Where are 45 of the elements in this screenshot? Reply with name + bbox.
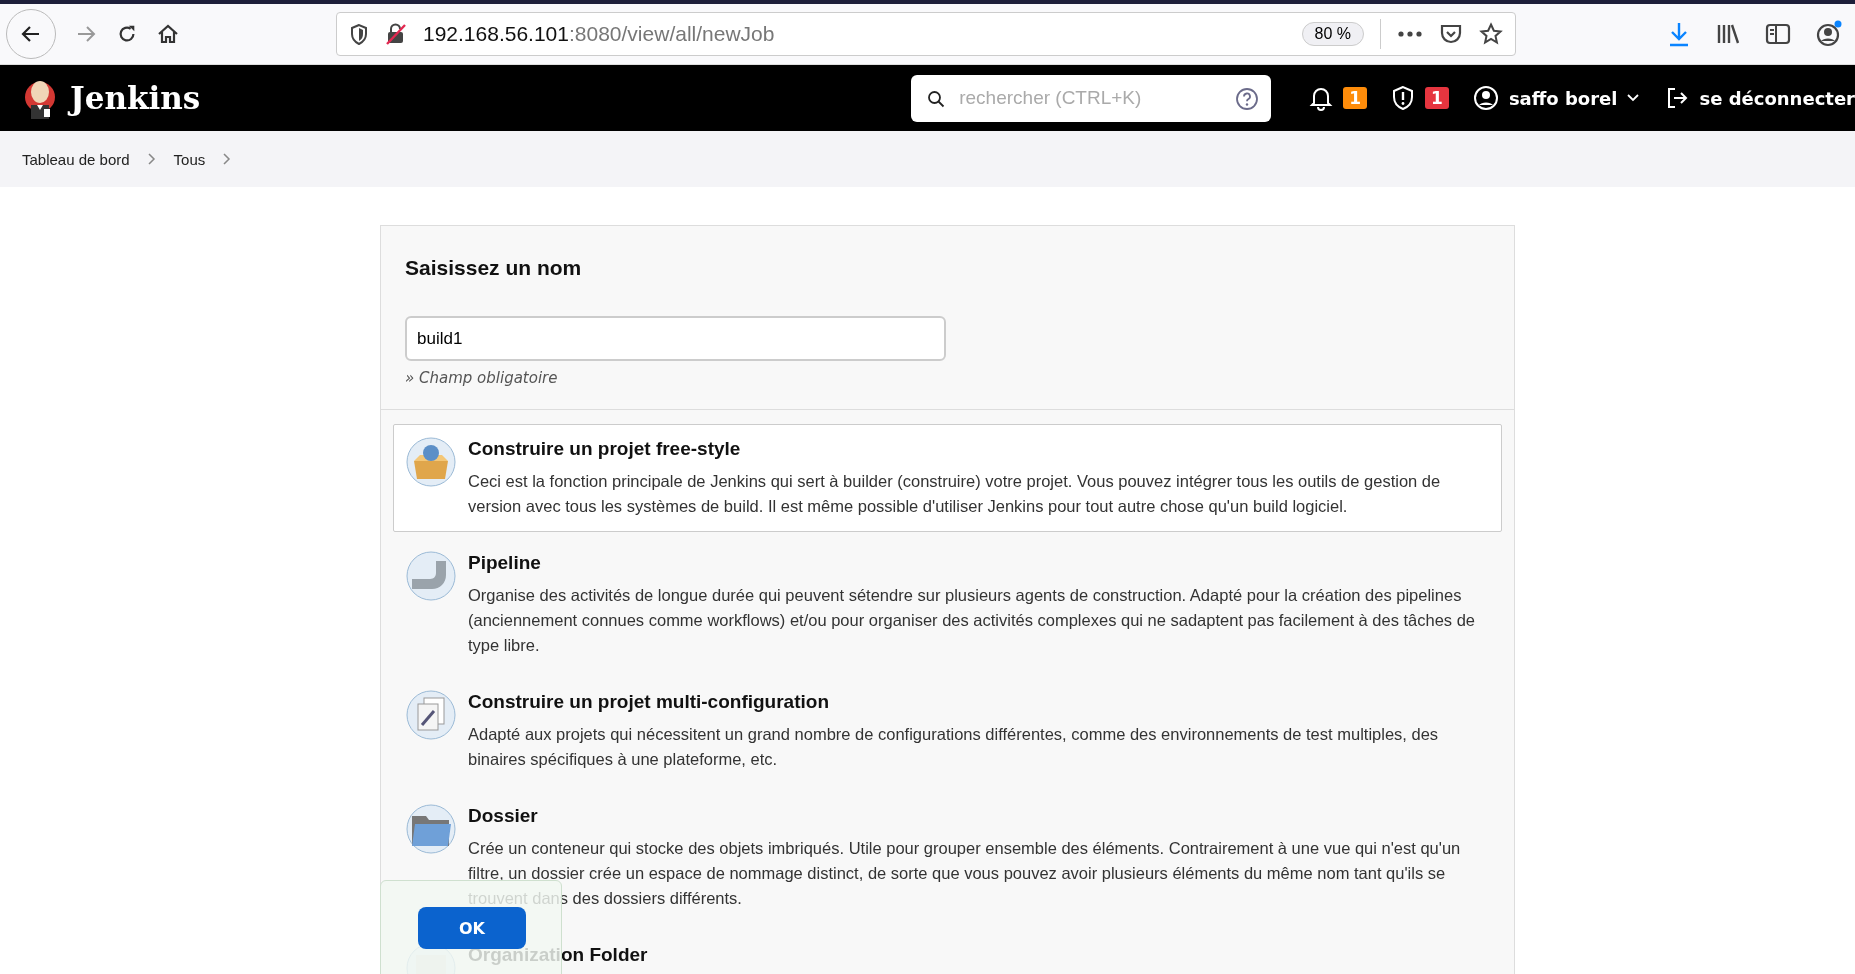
library-icon[interactable] <box>1715 22 1741 46</box>
user-name[interactable]: saffo borel <box>1508 87 1618 109</box>
required-hint: » Champ obligatoire <box>405 369 559 387</box>
back-button[interactable] <box>6 9 56 59</box>
item-type-name: Pipeline <box>468 552 542 574</box>
security-count[interactable]: 1 <box>1425 87 1449 109</box>
account-icon[interactable] <box>1815 20 1843 48</box>
item-type-description: Adapté aux projets qui nécessitent un grand nombre de configurations différentes, comme des environnements de test multiples, des binaires spécifiques à une plateforme, etc. <box>468 724 1440 770</box>
chevron-down-icon[interactable] <box>1627 94 1640 102</box>
insecure-lock-icon <box>385 23 407 45</box>
form-title: Saisissez un nom <box>405 256 583 280</box>
chevron-right-icon[interactable] <box>223 153 232 165</box>
more-icon[interactable] <box>1397 30 1423 38</box>
breadcrumb-link[interactable]: Tous <box>173 150 206 168</box>
star-icon[interactable] <box>1479 22 1503 46</box>
item-type-description: Ceci est la fonction principale de Jenkins qui sert à builder (construire) votre projet. Vous pouvez intégrer tous les outils de gestion de version avec tous les systèmes de build. Il est même possible d'utiliser Jenkins pour tout autre chose qu'un build logiciel. <box>468 471 1442 517</box>
pipe-icon <box>406 551 456 601</box>
shield-warning-icon[interactable] <box>1391 85 1416 111</box>
item-type-name: Construire un projet multi-configuration <box>468 691 830 713</box>
documents-icon <box>406 690 456 740</box>
item-type-name: Construire un projet free-style <box>468 438 742 460</box>
folder-icon <box>406 804 456 854</box>
logout-link[interactable]: se déconnecter <box>1699 87 1855 109</box>
chevron-right-icon[interactable] <box>147 153 156 165</box>
item-type-name: Dossier <box>468 805 539 827</box>
sidebar-icon[interactable] <box>1765 22 1791 46</box>
download-icon[interactable] <box>1667 21 1691 47</box>
url-text: 192.168.56.101:8080/view/all/newJob <box>423 22 776 46</box>
user-icon[interactable] <box>1472 85 1499 111</box>
search-field[interactable]: rechercher (CTRL+K) <box>911 74 1272 122</box>
zoom-level[interactable]: 80 % <box>1301 22 1364 46</box>
search-icon <box>927 89 946 108</box>
logout-icon[interactable] <box>1665 86 1690 110</box>
item-type-description: Organise des activités de longue durée qui peuvent sétendre sur plusieurs agents de construction. Adapté pour la création des pipelines (anciennement connues comme workflows) et/ou pour organiser des activités complexes qui ne sadaptent pas facilement à des tâches de type libre. <box>468 585 1477 656</box>
shield-icon[interactable] <box>349 23 369 45</box>
box-icon <box>406 437 456 487</box>
bell-icon[interactable] <box>1309 85 1334 111</box>
address-bar[interactable]: 192.168.56.101:8080/view/all/newJob 80 % <box>336 12 1516 56</box>
help-icon[interactable] <box>1235 86 1260 111</box>
ok-button[interactable]: OK <box>418 907 526 949</box>
home-icon[interactable] <box>156 22 180 46</box>
breadcrumb-link[interactable]: Tableau de bord <box>22 150 130 168</box>
item-name-field[interactable]: build1 <box>405 316 946 361</box>
item-type-option[interactable] <box>393 424 1502 532</box>
pocket-icon[interactable] <box>1439 23 1463 45</box>
